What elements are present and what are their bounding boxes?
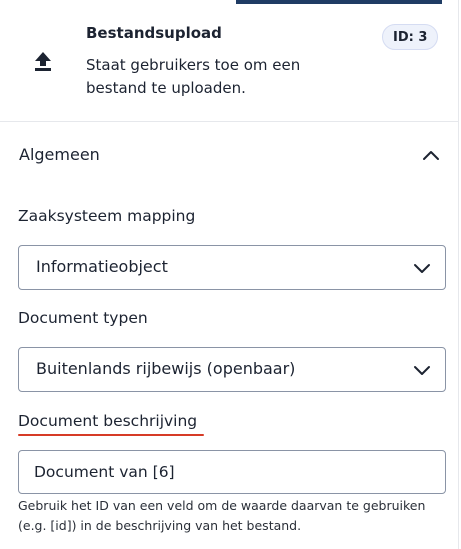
document-typen-value: Buitenlands rijbewijs (openbaar) [36, 359, 296, 378]
id-badge: ID: 3 [382, 24, 439, 50]
document-beschrijving-label: Document beschrijving [18, 412, 198, 430]
document-beschrijving-help: Gebruik het ID van een veld om de waarde… [18, 498, 426, 533]
component-description: Staat gebruikers toe om een bestand te u… [86, 56, 301, 97]
chevron-up-icon [423, 151, 439, 160]
upload-icon [35, 52, 51, 71]
panel-border [458, 0, 459, 549]
component-title: Bestandsupload [86, 24, 222, 42]
zaaksysteem-mapping-value: Informatieobject [36, 257, 168, 276]
zaaksysteem-mapping-select[interactable]: Informatieobject [18, 245, 446, 290]
collapse-button[interactable] [418, 144, 444, 166]
chevron-down-icon [414, 264, 430, 273]
zaaksysteem-mapping-label: Zaaksysteem mapping [18, 207, 196, 225]
chevron-down-icon [414, 366, 430, 375]
component-header: Bestandsupload Staat gebruikers toe om e… [0, 0, 458, 122]
document-typen-select[interactable]: Buitenlands rijbewijs (openbaar) [18, 347, 446, 392]
highlight-underline [18, 434, 204, 436]
section-title[interactable]: Algemeen [19, 145, 100, 164]
document-beschrijving-input[interactable] [18, 450, 446, 494]
document-typen-label: Document typen [18, 309, 148, 327]
